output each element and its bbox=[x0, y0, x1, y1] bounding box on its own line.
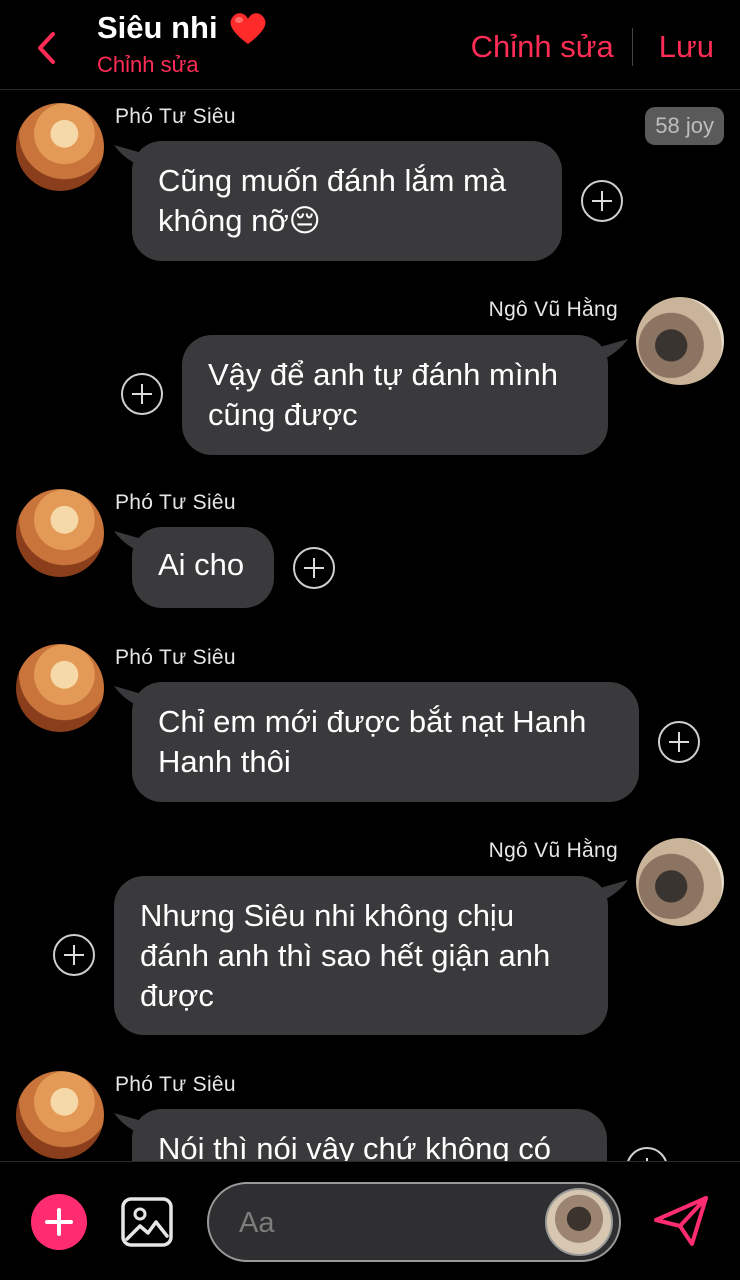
message-line: Nói thì nói vậy chứ không có bbox=[158, 1131, 551, 1161]
message-line: được bbox=[140, 978, 214, 1013]
chat-title-block[interactable]: Siêu nhi Chỉnh sửa bbox=[97, 10, 268, 78]
header-actions: Chỉnh sửa Lưu bbox=[471, 28, 714, 66]
message-line: Ai cho bbox=[158, 547, 245, 582]
message-line: Cũng muốn đánh lắm mà bbox=[158, 163, 507, 198]
message-line: Hanh thôi bbox=[158, 744, 291, 779]
header-divider bbox=[631, 28, 633, 66]
avatar[interactable] bbox=[636, 297, 724, 385]
sender-name: Ngô Vũ Hằng bbox=[488, 298, 618, 321]
message-bubble[interactable]: Chỉ em mới được bắt nạt Hanh Hanh thôi bbox=[132, 682, 639, 802]
chevron-left-icon bbox=[38, 32, 55, 64]
avatar[interactable] bbox=[16, 489, 104, 577]
message-bubble[interactable]: Ai cho bbox=[132, 527, 274, 608]
sender-name: Phó Tư Siêu bbox=[115, 1073, 236, 1096]
message-bubble[interactable]: Nói thì nói vậy chứ không có bbox=[132, 1109, 607, 1161]
react-button[interactable] bbox=[121, 373, 163, 415]
back-button[interactable] bbox=[28, 28, 64, 68]
save-button[interactable]: Lưu bbox=[659, 29, 714, 65]
message-line: Vậy để anh tự đánh mình bbox=[208, 357, 558, 392]
message-line: không nỡ😔 bbox=[158, 203, 321, 238]
react-button[interactable] bbox=[293, 547, 335, 589]
avatar[interactable] bbox=[16, 1071, 104, 1159]
message-bubble[interactable]: Cũng muốn đánh lắm mà không nỡ😔 bbox=[132, 141, 562, 261]
message-line: cũng được bbox=[208, 397, 358, 432]
sender-name: Phó Tư Siêu bbox=[115, 491, 236, 514]
avatar[interactable] bbox=[16, 103, 104, 191]
react-button[interactable] bbox=[658, 721, 700, 763]
chat-title: Siêu nhi bbox=[97, 10, 268, 46]
message-line: đánh anh thì sao hết giận anh bbox=[140, 938, 551, 973]
message-line: Chỉ em mới được bắt nạt Hanh bbox=[158, 704, 587, 739]
joy-badge: 58 joy bbox=[645, 107, 724, 145]
heart-icon bbox=[230, 13, 266, 44]
message-input-field[interactable] bbox=[207, 1182, 621, 1262]
sender-name: Ngô Vũ Hằng bbox=[488, 839, 618, 862]
react-button[interactable] bbox=[581, 180, 623, 222]
chat-subtitle: Chỉnh sửa bbox=[97, 52, 199, 77]
send-icon[interactable] bbox=[652, 1194, 710, 1248]
sender-name: Phó Tư Siêu bbox=[115, 105, 236, 128]
composer-bar bbox=[0, 1161, 740, 1280]
message-line: Nhưng Siêu nhi không chịu bbox=[140, 898, 515, 933]
react-button[interactable] bbox=[53, 934, 95, 976]
plus-icon[interactable] bbox=[31, 1194, 87, 1250]
avatar[interactable] bbox=[636, 838, 724, 926]
edit-button[interactable]: Chỉnh sửa bbox=[471, 29, 614, 65]
avatar[interactable] bbox=[545, 1188, 613, 1256]
avatar[interactable] bbox=[16, 644, 104, 732]
sender-name: Phó Tư Siêu bbox=[115, 646, 236, 669]
message-list[interactable]: 58 joy Phó Tư Siêu Cũng muốn đánh lắm mà… bbox=[0, 91, 740, 1161]
message-input[interactable] bbox=[237, 1200, 541, 1246]
chat-title-text: Siêu nhi bbox=[97, 10, 218, 45]
react-button[interactable] bbox=[626, 1147, 668, 1161]
message-bubble[interactable]: Vậy để anh tự đánh mình cũng được bbox=[182, 335, 608, 455]
message-bubble[interactable]: Nhưng Siêu nhi không chịu đánh anh thì s… bbox=[114, 876, 608, 1035]
chat-header: Siêu nhi Chỉnh sửa Chỉnh sửa Lưu bbox=[0, 0, 740, 90]
image-icon[interactable] bbox=[120, 1196, 174, 1248]
